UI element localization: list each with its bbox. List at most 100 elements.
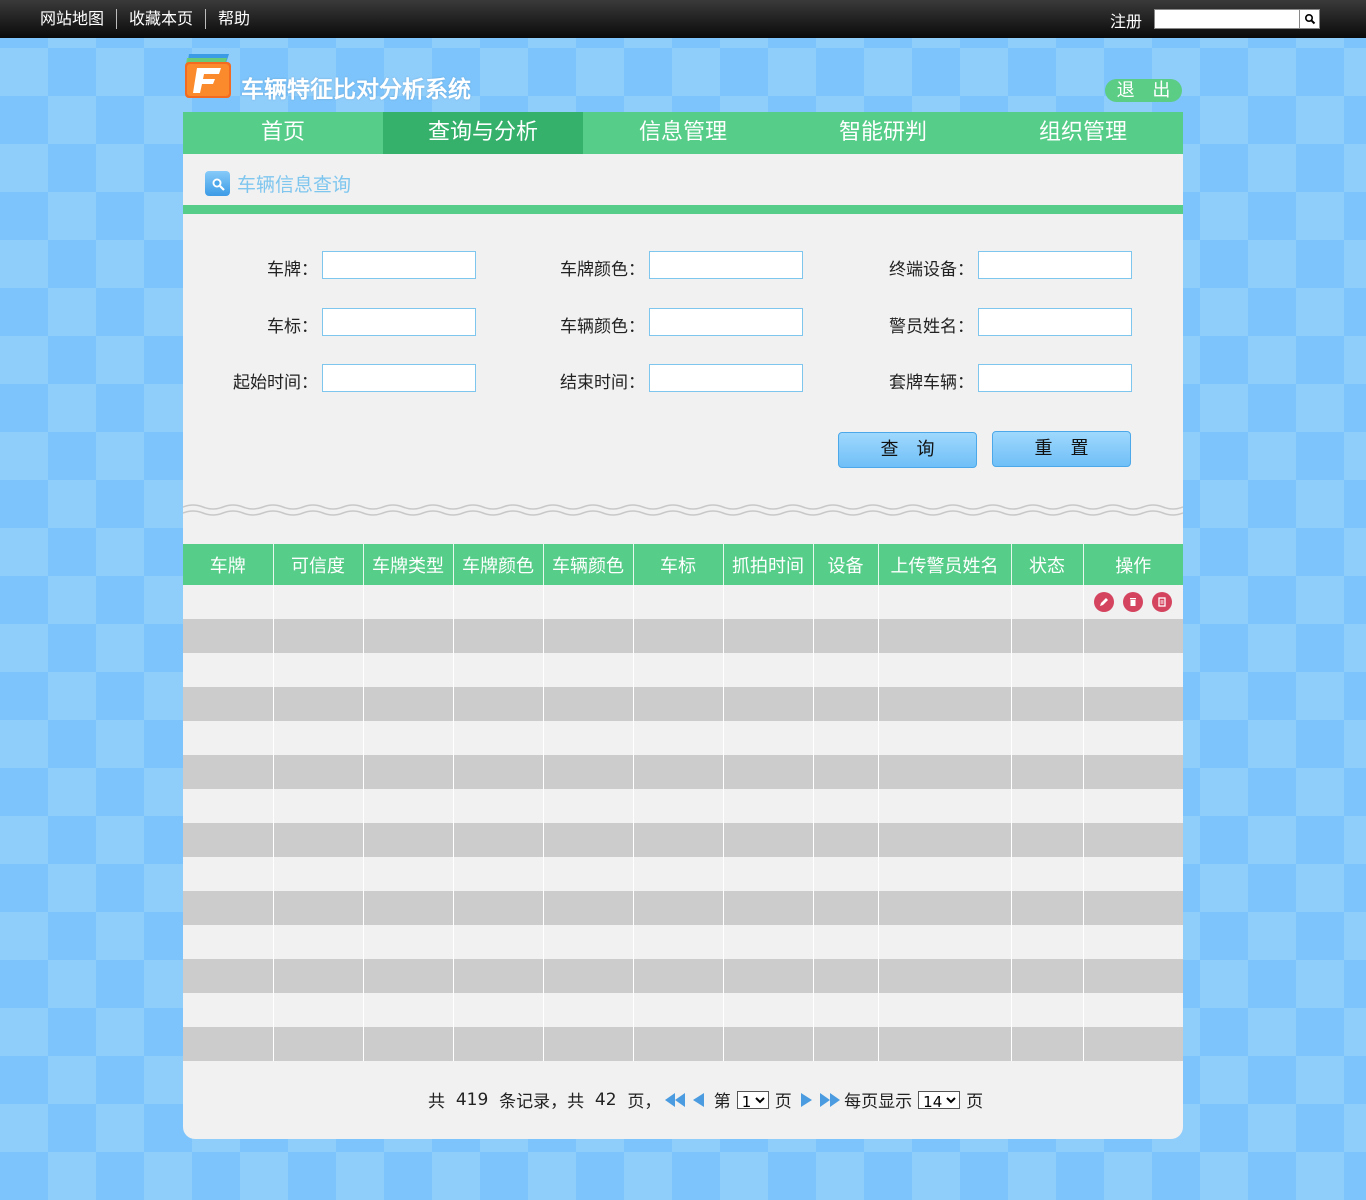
table-cell — [183, 585, 274, 619]
table-row[interactable] — [183, 857, 1183, 891]
reset-button[interactable]: 重置 — [992, 431, 1131, 467]
table-row[interactable] — [183, 993, 1183, 1027]
table-row[interactable] — [183, 789, 1183, 823]
end-time-label: 结束时间： — [560, 373, 645, 393]
table-cell — [273, 687, 364, 721]
table-cell — [813, 1027, 879, 1061]
officer-input[interactable] — [978, 308, 1132, 336]
table-row[interactable] — [183, 925, 1183, 959]
table-row[interactable] — [183, 959, 1183, 993]
table-cell — [878, 857, 1012, 891]
table-cell — [813, 585, 879, 619]
nav-smart-analysis[interactable]: 智能研判 — [783, 112, 983, 154]
table-row[interactable] — [183, 653, 1183, 687]
col-status[interactable]: 状态 — [1011, 544, 1084, 585]
table-row[interactable] — [183, 755, 1183, 789]
end-time-input[interactable] — [649, 364, 803, 392]
table-cell — [878, 891, 1012, 925]
last-page-icon[interactable] — [820, 1092, 841, 1107]
table-row[interactable] — [183, 619, 1183, 653]
table-cell — [363, 619, 454, 653]
table-cell — [273, 1027, 364, 1061]
first-page-icon[interactable] — [665, 1092, 686, 1107]
table-cell — [633, 1027, 724, 1061]
results-table: 车牌 可信度 车牌类型 车牌颜色 车辆颜色 车标 抓拍时间 设备 上传警员姓名 … — [183, 544, 1183, 1061]
table-cell — [1083, 619, 1183, 653]
start-time-input[interactable] — [322, 364, 476, 392]
register-link[interactable]: 注册 — [1110, 8, 1142, 32]
cloned-input[interactable] — [978, 364, 1132, 392]
table-cell — [273, 891, 364, 925]
table-cell — [1083, 1027, 1183, 1061]
edit-icon[interactable] — [1094, 592, 1115, 612]
col-logo[interactable]: 车标 — [633, 544, 724, 585]
table-cell — [813, 925, 879, 959]
table-cell — [813, 721, 879, 755]
nav-home[interactable]: 首页 — [183, 112, 383, 154]
table-cell — [453, 653, 544, 687]
table-cell — [273, 789, 364, 823]
table-cell — [1011, 585, 1084, 619]
table-row[interactable] — [183, 721, 1183, 755]
table-cell — [633, 619, 724, 653]
prev-page-icon[interactable] — [693, 1092, 705, 1107]
table-cell — [633, 959, 724, 993]
table-row[interactable] — [183, 823, 1183, 857]
nav-info-management[interactable]: 信息管理 — [583, 112, 783, 154]
table-row[interactable] — [183, 891, 1183, 925]
table-cell — [1011, 721, 1084, 755]
plate-color-input[interactable] — [649, 251, 803, 279]
table-cell — [543, 993, 634, 1027]
table-row[interactable] — [183, 1027, 1183, 1061]
table-cell — [183, 687, 274, 721]
start-time-label: 起始时间： — [233, 373, 318, 393]
table-cell — [813, 687, 879, 721]
table-cell — [723, 891, 814, 925]
table-cell — [1011, 653, 1084, 687]
nav-org-management[interactable]: 组织管理 — [983, 112, 1183, 154]
table-cell — [1011, 959, 1084, 993]
table-cell — [273, 857, 364, 891]
table-row[interactable] — [183, 585, 1183, 619]
logout-button[interactable]: 退 出 — [1105, 79, 1182, 102]
search-input[interactable] — [1155, 10, 1299, 28]
search-button[interactable] — [1299, 10, 1319, 28]
per-page-select[interactable]: 14 — [918, 1090, 961, 1109]
table-row[interactable] — [183, 687, 1183, 721]
table-cell — [813, 789, 879, 823]
col-plate-type[interactable]: 车牌类型 — [363, 544, 454, 585]
terminal-input[interactable] — [978, 251, 1132, 279]
table-cell — [453, 1027, 544, 1061]
sitemap-link[interactable]: 网站地图 — [28, 9, 116, 29]
table-cell — [878, 959, 1012, 993]
nav-query-analysis[interactable]: 查询与分析 — [383, 112, 583, 154]
col-plate[interactable]: 车牌 — [183, 544, 274, 585]
table-cell — [543, 653, 634, 687]
next-page-icon[interactable] — [801, 1092, 813, 1107]
vehicle-color-input[interactable] — [649, 308, 803, 336]
col-officer[interactable]: 上传警员姓名 — [878, 544, 1012, 585]
help-link[interactable]: 帮助 — [205, 9, 262, 29]
table-cell — [633, 891, 724, 925]
bookmark-link[interactable]: 收藏本页 — [116, 9, 205, 29]
table-cell — [543, 789, 634, 823]
col-vehicle-color[interactable]: 车辆颜色 — [543, 544, 634, 585]
col-capture-time[interactable]: 抓拍时间 — [723, 544, 814, 585]
plate-color-label: 车牌颜色： — [560, 260, 645, 280]
col-device[interactable]: 设备 — [813, 544, 879, 585]
logo-input[interactable] — [322, 308, 476, 336]
plate-input[interactable] — [322, 251, 476, 279]
col-confidence[interactable]: 可信度 — [273, 544, 364, 585]
delete-icon[interactable] — [1123, 592, 1144, 612]
page-select[interactable]: 1 — [736, 1090, 769, 1109]
table-cell — [453, 857, 544, 891]
pager-page-prefix: 第 — [713, 1092, 731, 1112]
detail-icon[interactable] — [1152, 592, 1173, 612]
col-actions[interactable]: 操作 — [1083, 544, 1183, 585]
table-cell — [363, 857, 454, 891]
query-button[interactable]: 查询 — [838, 432, 977, 468]
cloned-label: 套牌车辆： — [889, 373, 974, 393]
table-cell — [183, 721, 274, 755]
col-plate-color[interactable]: 车牌颜色 — [453, 544, 544, 585]
table-cell — [878, 619, 1012, 653]
